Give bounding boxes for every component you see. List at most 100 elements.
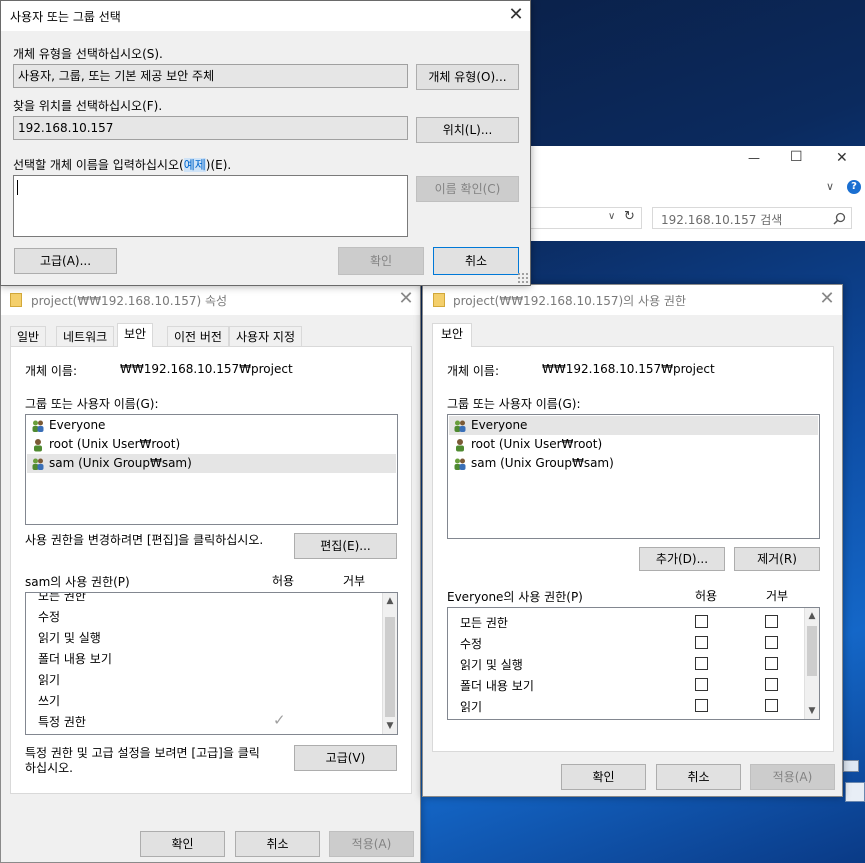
deny-header: 거부 (766, 589, 789, 603)
tab-label: 보안 (441, 327, 464, 341)
scroll-thumb[interactable] (385, 617, 395, 717)
allow-read-checkbox[interactable] (695, 699, 708, 712)
permission-row: 읽기 및 실행 (460, 656, 523, 673)
permission-row: 읽기 (38, 671, 60, 688)
deny-list-folder-checkbox[interactable] (765, 678, 778, 691)
scrollbar[interactable]: ▲ ▼ (382, 593, 397, 734)
permissions-list[interactable]: 모든 권한 수정 읽기 및 실행 폴더 내용 보기 읽기 쓰기 특정 권한 ✓ … (25, 592, 398, 735)
deny-modify-checkbox[interactable] (765, 636, 778, 649)
deny-read-checkbox[interactable] (765, 699, 778, 712)
close-button[interactable]: ✕ (505, 5, 527, 27)
permission-name: 수정 (38, 610, 61, 624)
cancel-button[interactable]: 취소 (235, 831, 320, 857)
search-input[interactable]: 192.168.10.157 검색 (661, 211, 782, 228)
close-button[interactable]: ✕ (395, 289, 417, 311)
ok-button[interactable]: 확인 (561, 764, 646, 790)
list-item[interactable]: Everyone (27, 416, 396, 435)
permissions-list[interactable]: 모든 권한 수정 읽기 및 실행 폴더 내용 보기 읽기 ▲ ▼ (447, 607, 820, 720)
properties-titlebar[interactable]: project(₩₩192.168.10.157) 속성 ✕ (1, 285, 420, 315)
list-item[interactable]: root (Unix User₩root) (27, 435, 396, 454)
examples-link[interactable]: 예제 (183, 158, 206, 172)
object-name-value: ₩₩192.168.10.157₩project (542, 362, 715, 376)
tab-label: 사용자 지정 (236, 330, 296, 344)
tab-security[interactable]: 보안 (117, 323, 154, 347)
scroll-thumb[interactable] (807, 626, 817, 676)
cancel-button[interactable]: 취소 (656, 764, 741, 790)
security-panel: 개체 이름: ₩₩192.168.10.157₩project 그룹 또는 사용… (10, 346, 412, 794)
apply-button[interactable]: 적용(A) (750, 764, 835, 790)
groups-list[interactable]: Everyone root (Unix User₩root) sam (Unix… (447, 414, 820, 539)
deny-read-execute-checkbox[interactable] (765, 657, 778, 670)
permission-row: 폴더 내용 보기 (460, 677, 534, 694)
tab-network[interactable]: 네트워크 (56, 326, 115, 347)
location-field: 192.168.10.157 (13, 116, 408, 140)
permission-name: 모든 권한 (38, 592, 86, 603)
list-item-label: sam (Unix Group₩sam) (471, 456, 614, 470)
maximize-button[interactable]: ☐ (790, 149, 803, 165)
close-button[interactable]: ✕ (836, 150, 848, 166)
ok-button[interactable]: 확인 (140, 831, 225, 857)
check-names-button[interactable]: 이름 확인(C) (416, 176, 519, 202)
permissions-titlebar[interactable]: project(₩₩192.168.10.157)의 사용 권한 ✕ (423, 285, 842, 315)
ok-button[interactable]: 확인 (338, 247, 424, 275)
cancel-button[interactable]: 취소 (433, 247, 519, 275)
group-icon (32, 420, 44, 432)
scroll-up-icon[interactable]: ▲ (805, 609, 819, 623)
tray-icon[interactable] (845, 782, 865, 802)
advanced-button[interactable]: 고급(V) (294, 745, 397, 771)
tab-security[interactable]: 보안 (432, 323, 473, 347)
allow-full-control-checkbox[interactable] (695, 615, 708, 628)
tray-icon[interactable] (843, 760, 859, 772)
apply-button[interactable]: 적용(A) (329, 831, 414, 857)
list-item-label: Everyone (49, 418, 106, 432)
list-item[interactable]: sam (Unix Group₩sam) (449, 454, 818, 473)
scrollbar[interactable]: ▲ ▼ (804, 608, 819, 719)
allow-list-folder-checkbox[interactable] (695, 678, 708, 691)
refresh-icon[interactable]: ↻ (624, 209, 635, 224)
list-item[interactable]: sam (Unix Group₩sam) (27, 454, 396, 473)
object-names-input[interactable] (13, 175, 408, 237)
list-item[interactable]: Everyone (449, 416, 818, 435)
text-caret (17, 180, 18, 195)
deny-full-control-checkbox[interactable] (765, 615, 778, 628)
list-item-label: sam (Unix Group₩sam) (49, 456, 192, 470)
allow-modify-checkbox[interactable] (695, 636, 708, 649)
edit-button[interactable]: 편집(E)... (294, 533, 397, 559)
minimize-button[interactable]: — (748, 151, 760, 165)
tab-general[interactable]: 일반 (10, 326, 47, 347)
permission-row: 쓰기 (38, 692, 60, 709)
object-types-button[interactable]: 개체 유형(O)... (416, 64, 519, 90)
enter-names-label-text: )(E). (205, 158, 232, 172)
allow-read-execute-checkbox[interactable] (695, 657, 708, 670)
advanced-button[interactable]: 고급(A)... (14, 248, 117, 274)
enter-names-label: 선택할 개체 이름을 입력하십시오(예제)(E). (13, 156, 231, 173)
folder-icon (10, 292, 22, 307)
add-button[interactable]: 추가(D)... (639, 547, 725, 571)
close-button[interactable]: ✕ (816, 289, 838, 311)
ribbon-expand-icon[interactable]: ∨ (826, 180, 834, 193)
address-dropdown-icon[interactable]: ∨ (608, 211, 615, 222)
object-type-field: 사용자, 그룹, 또는 기본 제공 보안 주체 (13, 64, 408, 88)
permissions-label: Everyone의 사용 권한(P) (447, 590, 583, 604)
permissions-window: project(₩₩192.168.10.157)의 사용 권한 ✕ 보안 개체… (422, 284, 843, 797)
dialog-titlebar[interactable]: 사용자 또는 그룹 선택 ✕ (1, 1, 530, 31)
group-icon (32, 458, 44, 470)
groups-list[interactable]: Everyone root (Unix User₩root) sam (Unix… (25, 414, 398, 525)
permission-name: 읽기 (38, 673, 61, 687)
list-item[interactable]: root (Unix User₩root) (449, 435, 818, 454)
tab-previous-versions[interactable]: 이전 버전 (167, 326, 229, 347)
scroll-down-icon[interactable]: ▼ (805, 704, 819, 718)
help-icon[interactable]: ? (847, 180, 861, 194)
permission-row: 폴더 내용 보기 (38, 650, 112, 667)
allow-header: 허용 (695, 589, 718, 603)
scroll-down-icon[interactable]: ▼ (383, 719, 397, 733)
tab-customize[interactable]: 사용자 지정 (229, 326, 303, 347)
resize-grip[interactable] (517, 272, 529, 284)
locations-button[interactable]: 위치(L)... (416, 117, 519, 143)
tab-label: 일반 (17, 330, 40, 344)
remove-button[interactable]: 제거(R) (734, 547, 820, 571)
address-bar[interactable]: ∨ ↻ (520, 207, 642, 229)
search-box[interactable]: 192.168.10.157 검색 (652, 207, 852, 229)
permission-row: 수정 (38, 608, 60, 625)
scroll-up-icon[interactable]: ▲ (383, 594, 397, 608)
